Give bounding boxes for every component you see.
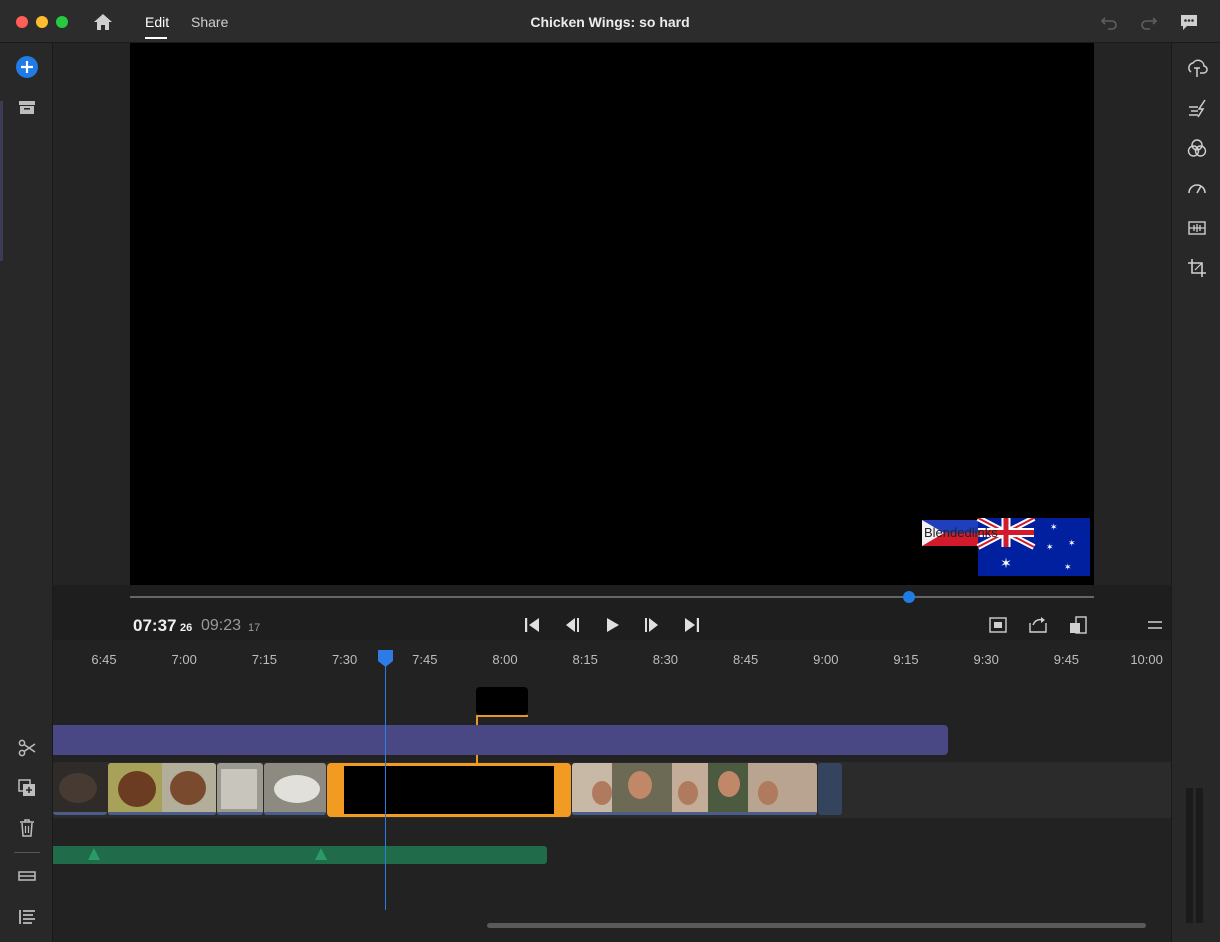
left-toolbar (0, 43, 53, 942)
current-time-frames: 26 (180, 622, 193, 634)
ruler-tick-label: 6:45 (91, 652, 117, 667)
step-forward-icon[interactable] (642, 615, 662, 635)
active-tab-indicator (145, 37, 167, 39)
video-clip[interactable] (108, 763, 216, 815)
title-bar: Edit Share Chicken Wings: so hard (0, 0, 1220, 43)
ruler-tick-label: 8:45 (732, 652, 759, 667)
ruler-tick-label: 8:15 (572, 652, 598, 667)
scrub-handle[interactable] (903, 591, 915, 603)
document-title: Chicken Wings: so hard (530, 14, 690, 30)
panel-edge (0, 101, 3, 261)
go-to-end-icon[interactable] (682, 615, 702, 635)
title-track-clip[interactable] (53, 725, 948, 755)
ruler-tick-label: 9:00 (813, 652, 839, 667)
video-clip[interactable] (53, 763, 107, 815)
current-time: 07:37 (133, 616, 177, 635)
selected-video-clip[interactable] (327, 763, 571, 817)
tab-share[interactable]: Share (191, 14, 228, 30)
video-preview[interactable] (130, 43, 1094, 585)
audio-meter-left (1186, 788, 1193, 923)
svg-text:✶: ✶ (1064, 563, 1072, 573)
go-to-start-icon[interactable] (522, 615, 542, 635)
crop-icon[interactable] (1186, 257, 1208, 279)
overlay-watermark-text: Blendedlinks (924, 525, 998, 540)
ruler-tick-label: 9:15 (893, 652, 919, 667)
tab-edit[interactable]: Edit (145, 14, 169, 30)
total-duration-frames: 17 (248, 622, 261, 634)
audio-clip[interactable] (53, 846, 547, 864)
color-icon[interactable] (1186, 137, 1208, 159)
svg-text:✶: ✶ (1068, 539, 1076, 549)
monitor-size-icon[interactable] (1068, 615, 1088, 635)
ruler-tick-label: 7:30 (331, 652, 358, 667)
track-list-icon[interactable] (16, 906, 38, 928)
clip-trim-handle-right[interactable] (554, 766, 568, 814)
ruler-tick-label: 9:30 (973, 652, 999, 667)
audio-icon[interactable] (1186, 217, 1208, 239)
step-back-icon[interactable] (562, 615, 582, 635)
duplicate-icon[interactable] (16, 777, 38, 799)
play-icon[interactable] (602, 615, 622, 635)
ruler-tick-label: 10:00 (1130, 652, 1163, 667)
ruler-tick-label: 7:45 (412, 652, 438, 667)
track-height-icon[interactable] (16, 865, 38, 887)
video-clip[interactable] (818, 763, 842, 815)
window-maximize-button[interactable] (56, 16, 68, 28)
svg-text:✶: ✶ (1000, 556, 1012, 572)
ruler-tick-label: 8:30 (652, 652, 679, 667)
delete-icon[interactable] (16, 817, 38, 839)
title-clip[interactable] (476, 687, 528, 715)
video-clip[interactable] (264, 763, 326, 815)
export-frame-icon[interactable] (1028, 615, 1048, 635)
svg-text:✶: ✶ (1050, 523, 1058, 533)
clip-trim-handle-left[interactable] (330, 766, 344, 814)
ruler-tick-label: 7:15 (251, 652, 278, 667)
speed-icon[interactable] (1186, 177, 1208, 199)
scrub-track[interactable] (130, 596, 1094, 598)
add-media-button[interactable] (16, 56, 38, 78)
playhead-line (385, 660, 386, 910)
titles-icon[interactable] (1186, 57, 1208, 79)
add-media-icon (21, 61, 33, 73)
audio-meter-right (1196, 788, 1203, 923)
fit-icon[interactable] (988, 615, 1008, 635)
playhead-handle[interactable] (377, 649, 394, 668)
feedback-icon[interactable] (1179, 12, 1199, 32)
redo-icon[interactable] (1139, 12, 1159, 32)
ruler-tick-label: 9:45 (1053, 652, 1080, 667)
window-minimize-button[interactable] (36, 16, 48, 28)
transitions-icon[interactable] (1186, 97, 1208, 119)
video-clip[interactable] (217, 763, 263, 815)
video-clip[interactable] (572, 763, 817, 815)
window-close-button[interactable] (16, 16, 28, 28)
svg-text:✶: ✶ (1046, 543, 1054, 553)
right-toolbar (1171, 43, 1220, 942)
timeline-horizontal-scrollbar[interactable] (487, 923, 1146, 928)
home-icon[interactable] (92, 12, 114, 32)
split-icon[interactable] (16, 737, 38, 759)
ruler-tick-label: 8:00 (492, 652, 518, 667)
menu-icon[interactable] (1145, 615, 1165, 635)
audio-waveform (88, 848, 327, 860)
toolbar-divider (14, 852, 40, 853)
project-assets-icon[interactable] (16, 96, 38, 118)
total-duration: 09:23 (201, 617, 242, 634)
ruler-tick-label: 7:00 (171, 652, 197, 667)
undo-icon[interactable] (1099, 12, 1119, 32)
